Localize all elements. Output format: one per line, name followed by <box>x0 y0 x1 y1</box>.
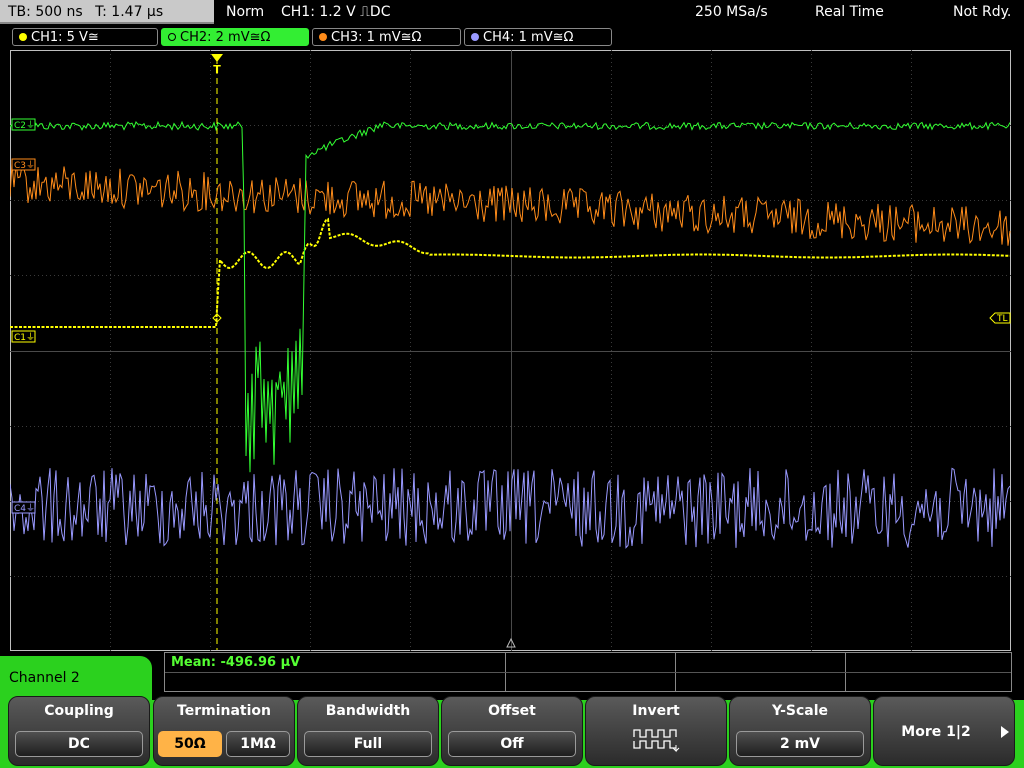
ch1-trace <box>10 217 1011 328</box>
trigger-mode[interactable]: Norm <box>226 0 264 24</box>
ch1-ground-marker[interactable]: C1⏚ <box>11 330 36 343</box>
tab-ch2[interactable]: CH2: 2 mV≅Ω <box>161 28 309 46</box>
tab-ch1[interactable]: CH1: 5 V≅ <box>12 28 158 46</box>
tab-ch3[interactable]: CH3: 1 mV≅Ω <box>312 28 461 46</box>
sample-rate: 250 MSa/s <box>695 4 768 20</box>
channel-tabs: CH1: 5 V≅ CH2: 2 mV≅Ω CH3: 1 mV≅Ω CH4: 1… <box>0 26 1024 48</box>
ch2-ground-marker[interactable]: C2⏚ <box>11 118 36 131</box>
measurement-row-divider <box>165 672 1011 673</box>
ch4-color-dot <box>471 33 479 41</box>
tab-ch4-label: CH4: 1 mV≅Ω <box>483 30 574 45</box>
trigger-time-value: T: 1.47 µs <box>95 4 164 20</box>
ch3-color-dot <box>319 33 327 41</box>
bandwidth-title: Bandwidth <box>325 703 411 719</box>
menu-title: Channel 2 <box>0 656 152 700</box>
tab-ch1-label: CH1: 5 V≅ <box>31 30 99 45</box>
invert-button[interactable]: Invert <box>585 696 727 766</box>
menu-title-label: Channel 2 <box>9 670 80 686</box>
termination-1mohm[interactable]: 1MΩ <box>226 731 290 757</box>
more-button[interactable]: More 1|2 <box>873 696 1015 766</box>
ch3-trace <box>10 163 1011 246</box>
ch1-color-dot <box>19 33 27 41</box>
coupling-button[interactable]: Coupling DC <box>8 696 150 766</box>
ch3-ground-marker[interactable]: C3⏚ <box>11 158 36 171</box>
offset-button[interactable]: Offset Off <box>441 696 583 766</box>
offset-title: Offset <box>488 703 536 719</box>
ch2-ground-label: C2⏚ <box>14 120 35 131</box>
trigger-position-marker[interactable]: T <box>211 54 223 76</box>
more-label: More 1|2 <box>901 724 971 740</box>
acquisition-status: Not Rdy. <box>953 4 1012 20</box>
timebase-value: TB: 500 ns <box>8 4 83 20</box>
yscale-button[interactable]: Y-Scale 2 mV <box>729 696 871 766</box>
acquisition-mode: Real Time <box>815 4 884 20</box>
tab-ch2-label: CH2: 2 mV≅Ω <box>180 30 271 45</box>
bandwidth-button[interactable]: Bandwidth Full <box>297 696 439 766</box>
yscale-title: Y-Scale <box>771 703 828 719</box>
grid-lines <box>10 50 1011 651</box>
invert-title: Invert <box>632 703 680 719</box>
trigger-setting[interactable]: CH1: 1.2 V ⎍DC <box>281 0 390 24</box>
invert-waveform-icon <box>633 729 680 753</box>
waveform-display[interactable]: T C2⏚ C3⏚ C1⏚ C4⏚ TL <box>10 50 1011 651</box>
trigger-level-label: TL <box>996 314 1008 324</box>
termination-50ohm[interactable]: 50Ω <box>158 731 222 757</box>
next-page-icon <box>1001 726 1009 738</box>
ch1-ground-label: C1⏚ <box>14 332 35 343</box>
tab-ch3-label: CH3: 1 mV≅Ω <box>331 30 422 45</box>
bandwidth-value: Full <box>304 731 432 757</box>
coupling-value: DC <box>15 731 143 757</box>
offset-value: Off <box>448 731 576 757</box>
coupling-title: Coupling <box>44 703 114 719</box>
trigger-position-label: T <box>213 63 221 76</box>
ch2-color-dot <box>168 33 176 41</box>
trigger-level-marker[interactable]: TL <box>989 312 1011 324</box>
measurement-mean[interactable]: Mean: -496.96 µV <box>171 655 300 670</box>
ch4-ground-marker[interactable]: C4⏚ <box>11 501 36 514</box>
ch4-ground-label: C4⏚ <box>14 503 35 514</box>
tab-ch4[interactable]: CH4: 1 mV≅Ω <box>464 28 612 46</box>
termination-button[interactable]: Termination 50Ω 1MΩ <box>153 696 295 766</box>
termination-title: Termination <box>177 703 271 719</box>
status-bar: TB: 500 ns T: 1.47 µs Norm CH1: 1.2 V ⎍D… <box>0 0 1024 26</box>
ch2-trace <box>10 120 1011 473</box>
waveform-canvas: T C2⏚ C3⏚ C1⏚ C4⏚ TL <box>10 50 1011 651</box>
ch4-trace <box>10 467 1011 549</box>
timebase-display[interactable]: TB: 500 ns T: 1.47 µs <box>0 0 214 24</box>
ch3-ground-label: C3⏚ <box>14 160 35 171</box>
measurement-bar: Mean: -496.96 µV <box>164 652 1012 692</box>
yscale-value: 2 mV <box>736 731 864 757</box>
